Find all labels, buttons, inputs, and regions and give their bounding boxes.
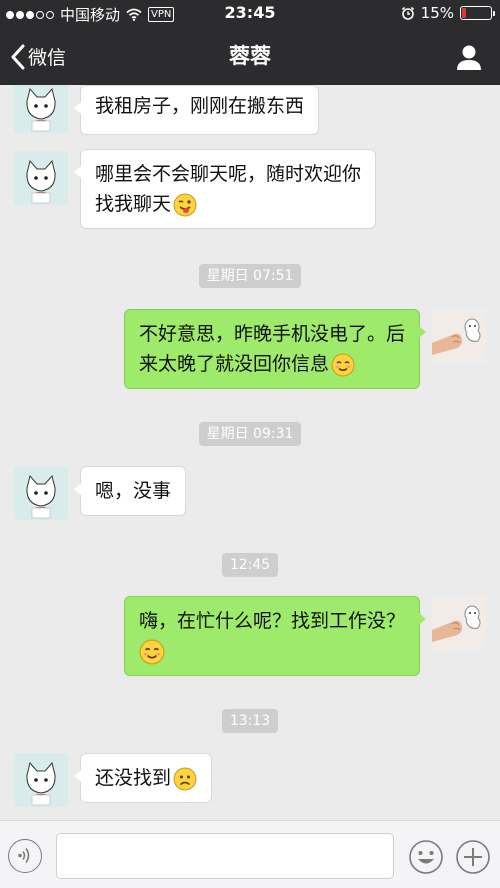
message-bubble-incoming[interactable]: 嗯，没事 [73,466,187,516]
message-bubble-outgoing[interactable]: 不好意思，昨晚手机没电了。后 来太晚了就没回你信息 [123,309,427,389]
contact-avatar[interactable] [14,466,68,520]
message-text: 哪里会不会聊天呢，随时欢迎你 [95,163,362,185]
message-text: 嗯，没事 [95,480,172,502]
blush-emoji-icon [331,353,355,376]
message-bubble-incoming[interactable]: 我租房子，刚刚在搬东西 [73,85,320,135]
message-text: 还没找到 [95,767,172,789]
timestamp: 星期日 07:51 [0,264,500,288]
timestamp: 12:45 [0,553,500,577]
battery-percent: 15% [420,4,454,22]
self-avatar[interactable] [432,596,486,650]
message-bubble-incoming[interactable]: 哪里会不会聊天呢，随时欢迎你 找我聊天 [73,149,377,229]
voice-icon [18,848,30,863]
message-emoji-line [139,636,405,666]
self-avatar[interactable] [432,309,486,363]
alarm-icon [401,6,414,20]
message-input[interactable] [56,833,394,879]
chat-area[interactable]: 我租房子，刚刚在搬东西 哪里会不会聊天呢，随时欢迎你 找我聊天 星期日 07:5… [0,85,500,820]
contact-avatar[interactable] [14,151,68,205]
message-bubble-outgoing[interactable]: 嗨，在忙什么呢？找到工作没？ [123,596,427,676]
tongue-wink-emoji-icon [173,193,197,216]
message-text-line2: 找我聊天 [95,189,361,219]
status-right: 15% [401,4,495,22]
timestamp: 星期日 09:31 [0,422,500,446]
frown-emoji-icon [173,767,197,790]
profile-icon[interactable] [454,42,484,72]
message-text: 嗨，在忙什么呢？找到工作没？ [138,610,405,632]
message-text-line2: 来太晚了就没回你信息 [139,349,405,379]
message-text: 我租房子，刚刚在搬东西 [95,95,305,117]
battery-level [462,8,467,18]
voice-button[interactable] [8,839,42,873]
blush-emoji-icon [139,639,165,664]
plus-button-icon[interactable] [455,839,491,875]
chat-title: 蓉蓉 [229,44,271,68]
timestamp: 13:13 [0,709,500,733]
contact-avatar[interactable] [14,85,68,133]
input-bar [0,820,500,888]
contact-avatar[interactable] [14,753,68,807]
message-text: 不好意思，昨晚手机没电了。后 [138,323,405,345]
nav-bar: 微信 蓉蓉 [0,28,500,85]
message-bubble-incoming[interactable]: 还没找到 [73,753,213,803]
battery-icon [460,6,495,20]
emoji-button-icon[interactable] [408,839,444,875]
status-bar: 中国移动 VPN 23:45 15% [0,0,500,28]
